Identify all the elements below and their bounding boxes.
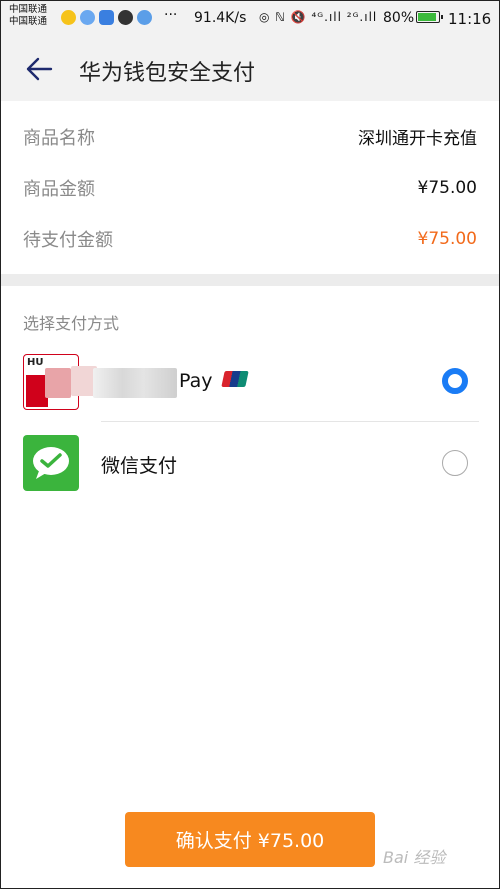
app-notification-icon: [99, 10, 114, 25]
page-title: 华为钱包安全支付: [79, 61, 256, 86]
music-icon: [80, 10, 95, 25]
due-amount-label: 待支付金额: [23, 229, 113, 251]
carrier-labels: 中国联通 中国联通: [9, 4, 47, 28]
clock: 11:16: [448, 10, 492, 28]
unionpay-icon: [221, 371, 249, 387]
section-divider: [1, 274, 499, 286]
blurred-logo-part: [45, 368, 71, 398]
wechat-bubble-icon: [33, 447, 69, 479]
huawei-pay-label: Pay: [179, 370, 213, 392]
battery-percent: 80%: [383, 10, 415, 26]
network-speed: 91.4K/s: [194, 10, 247, 26]
watermark: Bai 经验: [383, 848, 446, 867]
product-amount-value: ¥75.00: [417, 177, 477, 198]
app-notification-icon: [61, 10, 76, 25]
payment-method-title: 选择支付方式: [23, 314, 120, 333]
carrier-2: 中国联通: [9, 16, 48, 27]
product-amount-row: 商品金额 ¥75.00: [1, 162, 499, 213]
battery-icon: [416, 11, 443, 23]
carrier-1: 中国联通: [9, 4, 48, 15]
wechat-pay-logo: [23, 435, 79, 491]
paw-icon: [137, 10, 152, 25]
wechat-pay-label: 微信支付: [101, 455, 178, 477]
arrow-left-icon: [26, 57, 53, 81]
more-notifications-icon: ···: [164, 7, 178, 23]
back-button[interactable]: [19, 49, 59, 89]
confirm-pay-button[interactable]: 确认支付 ¥75.00: [125, 812, 375, 867]
wechat-pay-option[interactable]: 微信支付: [1, 433, 499, 493]
order-info: 商品名称 深圳通开卡充值 商品金额 ¥75.00 待支付金额 ¥75.00: [1, 111, 499, 264]
signal-icons: ◎ ℕ 🔇 ⁴ᴳ.ıll ²ᴳ.ıll: [259, 10, 378, 24]
due-amount-value: ¥75.00: [417, 228, 477, 249]
product-name-row: 商品名称 深圳通开卡充值: [1, 111, 499, 162]
product-amount-label: 商品金额: [23, 178, 95, 200]
status-bar: 中国联通 中国联通 ··· 91.4K/s ◎ ℕ 🔇 ⁴ᴳ.ıll ²ᴳ.ıl…: [1, 1, 499, 35]
notification-icons: [61, 10, 152, 25]
due-amount-row: 待支付金额 ¥75.00: [1, 213, 499, 264]
huawei-pay-option[interactable]: HU Pay: [1, 352, 499, 412]
product-name-label: 商品名称: [23, 127, 95, 149]
payment-screen: 中国联通 中国联通 ··· 91.4K/s ◎ ℕ 🔇 ⁴ᴳ.ıll ²ᴳ.ıl…: [0, 0, 500, 889]
product-name-value: 深圳通开卡充值: [358, 129, 477, 149]
huawei-pay-radio[interactable]: [442, 368, 468, 394]
option-divider: [101, 421, 479, 422]
blurred-name: [93, 368, 177, 398]
app-bar: 华为钱包安全支付: [1, 35, 499, 101]
wechat-pay-radio[interactable]: [442, 450, 468, 476]
camera-icon: [118, 10, 133, 25]
